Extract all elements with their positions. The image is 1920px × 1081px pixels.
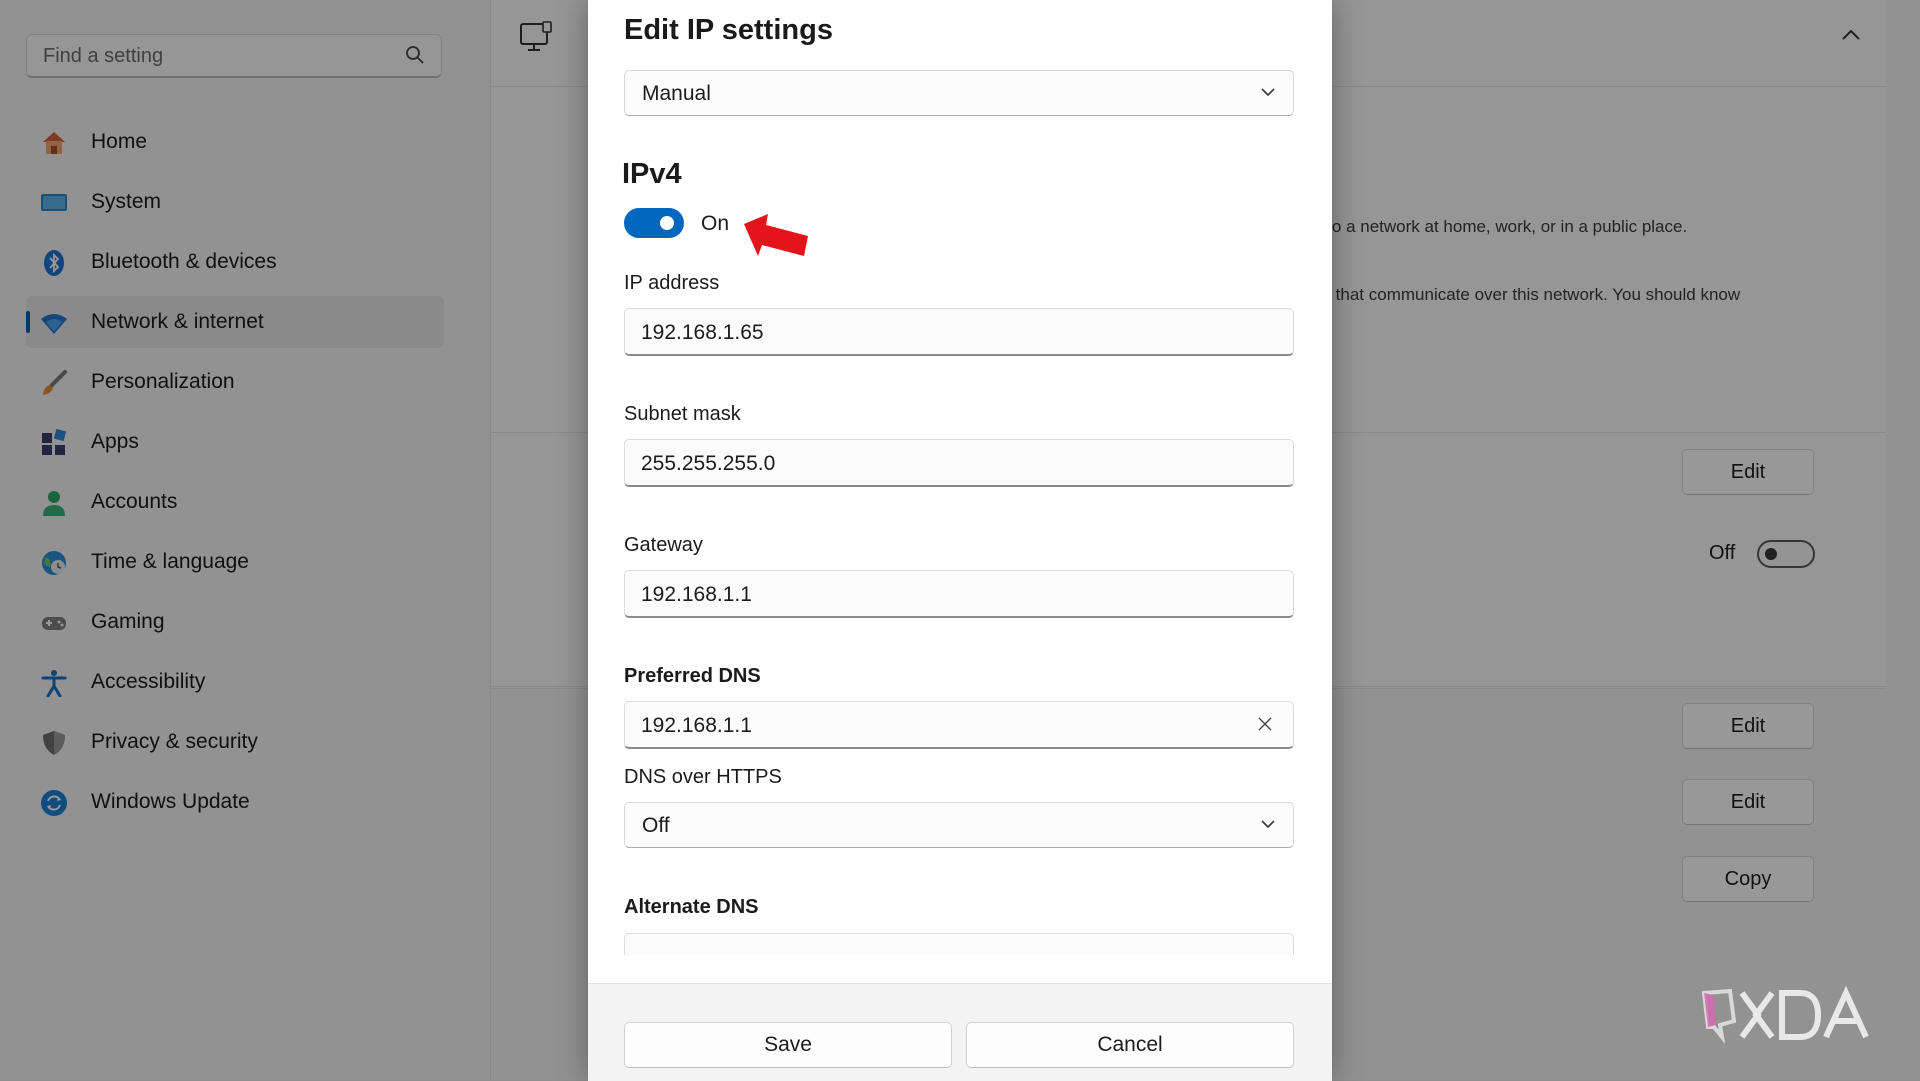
subnet-mask-value: 255.255.255.0 <box>641 452 776 475</box>
alternate-dns-label: Alternate DNS <box>624 896 759 918</box>
subnet-mask-label: Subnet mask <box>624 403 741 425</box>
ip-address-field[interactable]: 192.168.1.65 <box>624 308 1294 356</box>
preferred-dns-field[interactable]: 192.168.1.1 <box>624 701 1294 749</box>
red-arrow-icon <box>744 214 808 256</box>
ipv4-toggle-state: On <box>701 212 730 235</box>
dropdown-value: Manual <box>642 82 711 105</box>
dropdown-value: Off <box>642 814 670 837</box>
ip-mode-dropdown[interactable]: Manual <box>624 70 1294 116</box>
dns-over-https-dropdown[interactable]: Off <box>624 802 1294 848</box>
gateway-label: Gateway <box>624 534 703 556</box>
edit-ip-dialog: Edit IP settings Manual IPv4 On IP addre… <box>588 0 1332 1081</box>
preferred-dns-label: Preferred DNS <box>624 665 761 687</box>
alternate-dns-field[interactable] <box>624 933 1294 955</box>
preferred-dns-value: 192.168.1.1 <box>641 714 752 737</box>
dialog-footer: Save Cancel <box>588 983 1332 1081</box>
clear-icon[interactable] <box>1257 716 1273 732</box>
chevron-down-icon <box>1261 820 1275 829</box>
ipv4-heading: IPv4 <box>622 158 682 190</box>
gateway-field[interactable]: 192.168.1.1 <box>624 570 1294 618</box>
dialog-title: Edit IP settings <box>624 14 833 46</box>
cancel-button[interactable]: Cancel <box>966 1022 1294 1068</box>
ip-address-value: 192.168.1.65 <box>641 321 764 344</box>
ipv4-toggle[interactable] <box>624 208 684 238</box>
xda-logo <box>1701 985 1869 1045</box>
save-button[interactable]: Save <box>624 1022 952 1068</box>
chevron-down-icon <box>1261 88 1275 97</box>
toggle-knob <box>660 216 674 230</box>
gateway-value: 192.168.1.1 <box>641 583 752 606</box>
dns-over-https-label: DNS over HTTPS <box>624 766 782 788</box>
ip-address-label: IP address <box>624 272 720 294</box>
subnet-mask-field[interactable]: 255.255.255.0 <box>624 439 1294 487</box>
